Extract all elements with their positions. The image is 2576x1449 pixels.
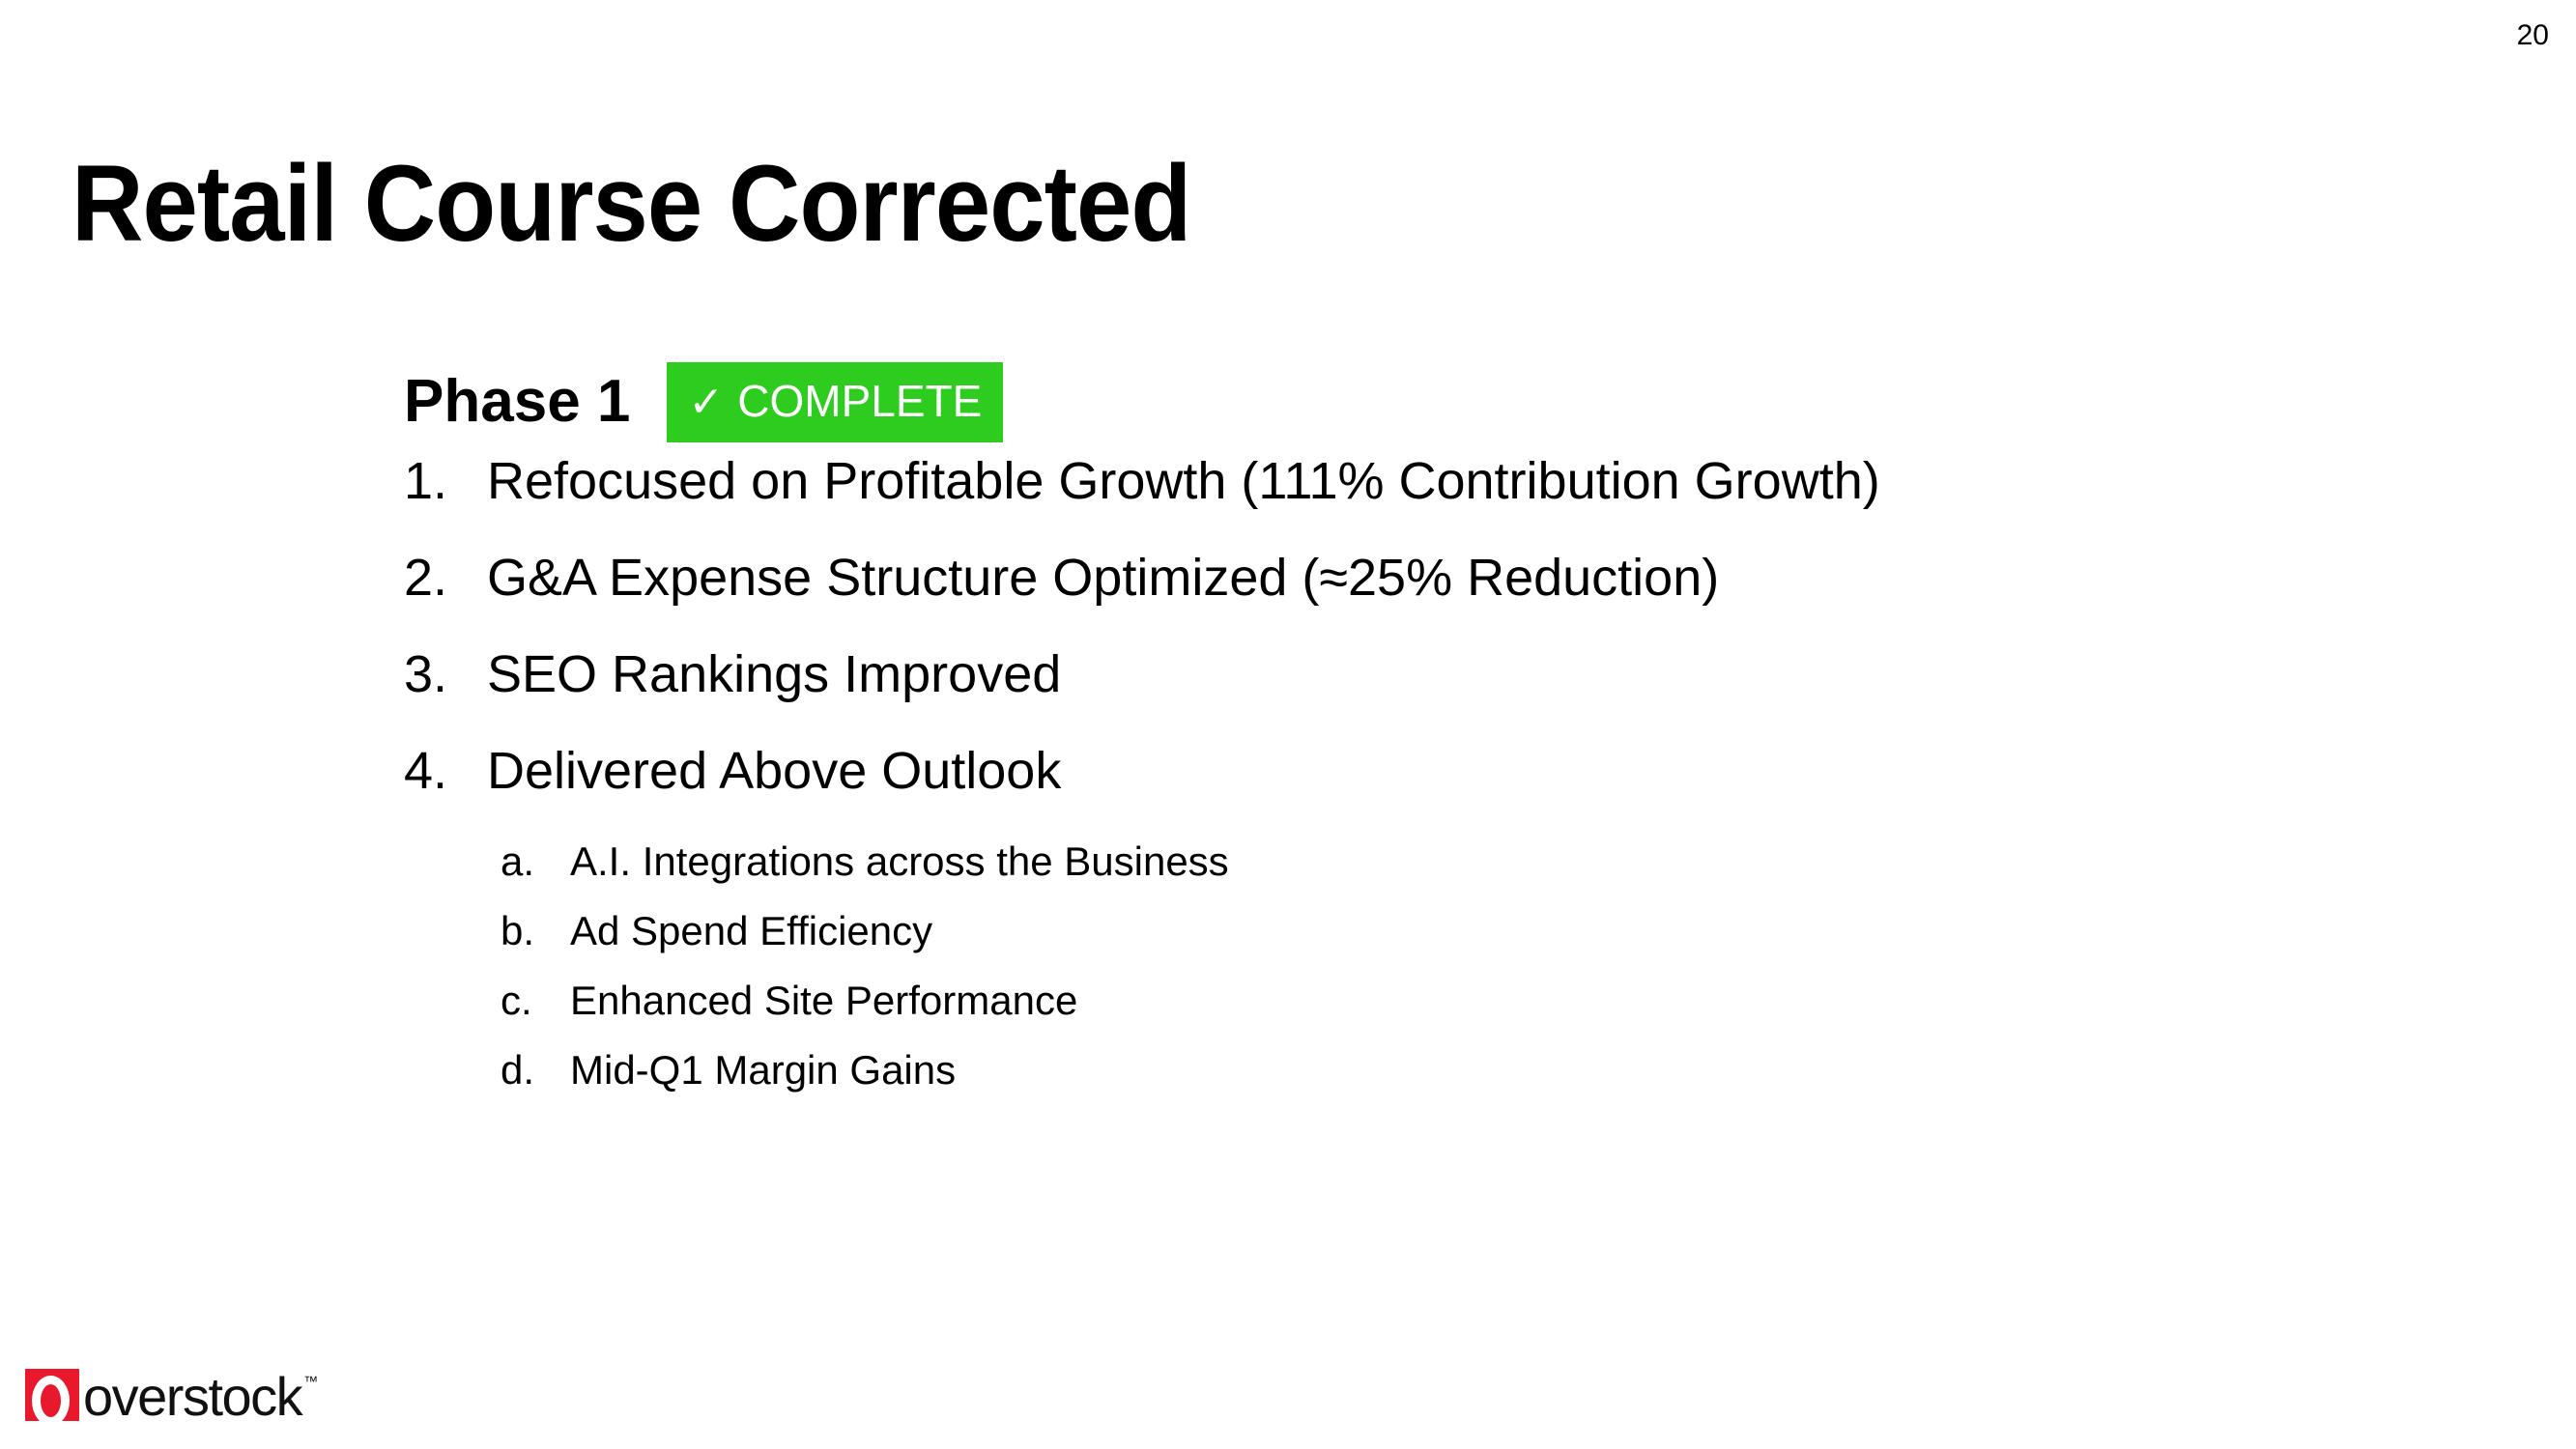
page-number: 20	[2516, 19, 2549, 51]
status-badge-label: COMPLETE	[737, 375, 983, 426]
list-item: 1. Refocused on Profitable Growth (111% …	[404, 454, 2433, 551]
list-item-text: Mid-Q1 Margin Gains	[570, 1047, 957, 1093]
slide-canvas: 20 Retail Course Corrected Phase 1 ✓ COMP…	[0, 0, 2576, 1449]
list-item: 2. G&A Expense Structure Optimized (≈25%…	[404, 551, 2433, 647]
phase-label: Phase 1	[404, 368, 631, 435]
sub-achievements-list: a. A.I. Integrations across the Business…	[404, 838, 2433, 1119]
phase-heading-row: Phase 1 ✓ COMPLETE	[404, 357, 2433, 446]
list-marker: b.	[501, 908, 535, 953]
o-ring-shape	[32, 1376, 70, 1426]
list-item-text: Delivered Above Outlook	[487, 742, 1062, 800]
list-marker: 1.	[404, 452, 448, 510]
list-marker: a.	[501, 838, 535, 884]
list-item-text: Refocused on Profitable Growth (111% Con…	[487, 452, 1880, 510]
list-item: b. Ad Spend Efficiency	[501, 908, 2433, 980]
list-item: a. A.I. Integrations across the Business	[501, 838, 2433, 910]
list-marker: c.	[501, 978, 532, 1023]
logo-wordmark-text: overstock	[83, 1366, 303, 1427]
list-item: 3. SEO Rankings Improved	[404, 647, 2433, 744]
list-item-text: A.I. Integrations across the Business	[570, 838, 1229, 884]
list-item: 4. Delivered Above Outlook	[404, 744, 2433, 840]
check-icon: ✓	[688, 378, 725, 426]
list-marker: d.	[501, 1047, 535, 1093]
list-item-text: SEO Rankings Improved	[487, 645, 1062, 703]
list-marker: 2.	[404, 549, 448, 607]
content-body: Phase 1 ✓ COMPLETE 1. Refocused on Profit…	[404, 357, 2433, 1119]
status-badge: ✓ COMPLETE	[667, 361, 1004, 442]
list-marker: 4.	[404, 742, 448, 800]
list-item: d. Mid-Q1 Margin Gains	[501, 1047, 2433, 1119]
list-marker: 3.	[404, 645, 448, 703]
overstock-o-mark-icon	[25, 1369, 79, 1426]
list-item: c. Enhanced Site Performance	[501, 978, 2433, 1049]
logo-wordmark: overstock ™	[83, 1370, 319, 1424]
page-title: Retail Course Corrected	[72, 143, 1191, 265]
list-item-text: Ad Spend Efficiency	[570, 908, 933, 953]
achievements-list: 1. Refocused on Profitable Growth (111% …	[404, 454, 2433, 840]
list-item-text: G&A Expense Structure Optimized (≈25% Re…	[487, 549, 1720, 607]
list-item-text: Enhanced Site Performance	[570, 978, 1078, 1023]
overstock-logo: overstock ™	[25, 1368, 319, 1426]
trademark-symbol: ™	[303, 1374, 319, 1391]
